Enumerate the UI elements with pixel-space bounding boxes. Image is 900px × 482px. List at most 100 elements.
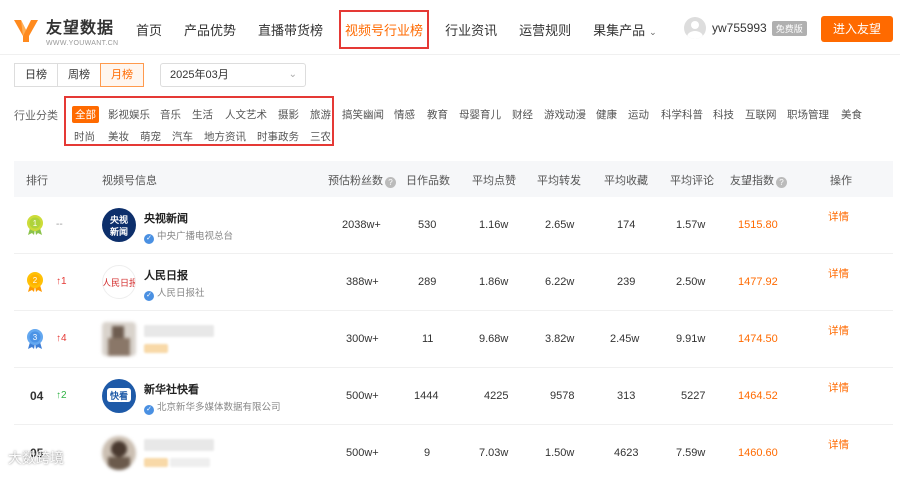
category-item[interactable]: 地方资讯 bbox=[204, 129, 246, 144]
table-row: 05 500w+ 9 7.03w 1.50w 4623 7.59w 1460.6… bbox=[14, 425, 893, 482]
category-item[interactable]: 全部 bbox=[72, 106, 99, 123]
detail-link[interactable]: 详情 bbox=[828, 380, 849, 395]
category-item[interactable]: 科技 bbox=[713, 107, 734, 122]
channel-org: ✓ 北京新华多媒体数据有限公司 bbox=[144, 399, 281, 415]
category-item[interactable]: 美食 bbox=[841, 107, 862, 122]
channel-org-redacted bbox=[170, 458, 210, 467]
col-fans-label: 预估粉丝数 bbox=[328, 175, 383, 187]
main-nav: 首页 产品优势 直播带货榜 视频号行业榜 行业资讯 运营规则 果集产品 ⌄ bbox=[136, 0, 679, 58]
col-daily-works[interactable]: 日作品数 bbox=[406, 172, 450, 188]
svg-text:1: 1 bbox=[33, 219, 38, 228]
verified-icon: ✓ bbox=[144, 405, 154, 415]
detail-link[interactable]: 详情 bbox=[828, 209, 849, 224]
channel-avatar[interactable]: 央视 新闻 bbox=[102, 208, 136, 242]
category-item[interactable]: 旅游 bbox=[310, 107, 331, 122]
svg-text:2: 2 bbox=[33, 276, 38, 285]
category-item[interactable]: 互联网 bbox=[745, 107, 777, 122]
youwant-index-value: 1460.60 bbox=[738, 447, 778, 459]
works-value: 9 bbox=[424, 447, 431, 459]
channel-avatar[interactable]: 人民日报 bbox=[102, 265, 136, 299]
category-item[interactable]: 时尚 bbox=[74, 129, 95, 144]
detail-link[interactable]: 详情 bbox=[828, 266, 849, 281]
category-item[interactable]: 情感 bbox=[394, 107, 415, 122]
nav-product-advantages[interactable]: 产品优势 bbox=[184, 20, 236, 39]
table-row: 04 ↑2 快看 新华社快看 ✓ 北京新华多媒体数据有限公司 500w+ 1444… bbox=[14, 368, 893, 425]
channel-name-redacted bbox=[144, 325, 214, 337]
help-icon[interactable]: ? bbox=[385, 177, 396, 188]
enter-youwant-button[interactable]: 进入友望 bbox=[821, 16, 893, 42]
month-select[interactable]: 2025年03月 ⌄ bbox=[160, 63, 306, 87]
category-item[interactable]: 职场管理 bbox=[787, 107, 829, 122]
category-item[interactable]: 萌宠 bbox=[140, 129, 161, 144]
tab-monthly[interactable]: 月榜 bbox=[100, 63, 144, 87]
category-item[interactable]: 母婴育儿 bbox=[459, 107, 501, 122]
nav-home[interactable]: 首页 bbox=[136, 20, 162, 39]
category-item[interactable]: 美妆 bbox=[108, 129, 129, 144]
category-item[interactable]: 摄影 bbox=[278, 107, 299, 122]
col-youwant-index-label: 友望指数 bbox=[730, 175, 774, 187]
nav-channels-industry-ranking[interactable]: 视频号行业榜 bbox=[339, 9, 430, 49]
shares-value: 6.22w bbox=[545, 276, 575, 288]
channel-name[interactable]: 人民日报 bbox=[144, 267, 188, 283]
detail-link[interactable]: 详情 bbox=[828, 323, 849, 338]
col-fans[interactable]: 预估粉丝数? bbox=[328, 172, 396, 188]
rank-trend: -- bbox=[56, 219, 63, 230]
col-avg-comments[interactable]: 平均评论 bbox=[670, 172, 714, 188]
likes-value: 9.68w bbox=[479, 333, 509, 345]
nav-guoji-products[interactable]: 果集产品 ⌄ bbox=[593, 20, 657, 39]
tab-weekly[interactable]: 周榜 bbox=[57, 63, 101, 87]
shares-value: 1.50w bbox=[545, 447, 575, 459]
tab-daily[interactable]: 日榜 bbox=[14, 63, 58, 87]
category-item[interactable]: 游戏动漫 bbox=[544, 107, 586, 122]
table-row: 1 -- 央视 新闻 央视新闻 ✓ 中央广播电视总台 2038w+ 530 1.16… bbox=[14, 197, 893, 254]
detail-link[interactable]: 详情 bbox=[828, 437, 849, 452]
category-item[interactable]: 三农 bbox=[310, 129, 331, 144]
favorites-value: 174 bbox=[617, 219, 636, 231]
category-item[interactable]: 生活 bbox=[192, 107, 213, 122]
category-item[interactable]: 财经 bbox=[512, 107, 533, 122]
category-item[interactable]: 运动 bbox=[628, 107, 649, 122]
col-avg-shares[interactable]: 平均转发 bbox=[537, 172, 581, 188]
category-item[interactable]: 教育 bbox=[427, 107, 448, 122]
category-item[interactable]: 时事政务 bbox=[257, 129, 299, 144]
table-row: 3 ↑4 300w+ 11 9.68w 3.82w 2.45w 9.91w 14… bbox=[14, 311, 893, 368]
col-youwant-index[interactable]: 友望指数? bbox=[730, 172, 787, 188]
logo[interactable]: 友望数据 WWW.YOUWANT.CN bbox=[12, 14, 118, 47]
nav-industry-news[interactable]: 行业资讯 bbox=[445, 20, 497, 39]
channel-name[interactable]: 新华社快看 bbox=[144, 381, 199, 397]
youwant-index-value: 1474.50 bbox=[738, 333, 778, 345]
col-avg-favorites[interactable]: 平均收藏 bbox=[604, 172, 648, 188]
works-value: 289 bbox=[418, 276, 437, 288]
help-icon[interactable]: ? bbox=[776, 177, 787, 188]
col-channel-info: 视频号信息 bbox=[102, 175, 157, 187]
username: yw755993 bbox=[712, 21, 767, 35]
category-item[interactable]: 影视娱乐 bbox=[108, 107, 150, 122]
category-item[interactable]: 健康 bbox=[596, 107, 617, 122]
comments-value: 1.57w bbox=[676, 219, 706, 231]
channel-org: ✓ 人民日报社 bbox=[144, 285, 205, 301]
fans-value: 300w+ bbox=[346, 333, 379, 345]
bronze-medal-icon: 3 bbox=[27, 329, 43, 349]
category-item[interactable]: 汽车 bbox=[172, 129, 193, 144]
avatar[interactable] bbox=[684, 17, 706, 39]
category-item[interactable]: 搞笑幽闻 bbox=[342, 107, 384, 122]
col-avg-likes[interactable]: 平均点赞 bbox=[472, 172, 516, 188]
category-item[interactable]: 音乐 bbox=[160, 107, 181, 122]
user-menu[interactable]: yw755993 免费版 bbox=[684, 17, 807, 39]
channel-avatar[interactable] bbox=[102, 436, 136, 470]
col-actions: 操作 bbox=[830, 175, 852, 187]
chevron-down-icon: ⌄ bbox=[288, 69, 297, 80]
channel-avatar[interactable]: 快看 bbox=[102, 379, 136, 413]
header-divider bbox=[0, 54, 900, 55]
nav-live-sales-ranking[interactable]: 直播带货榜 bbox=[258, 20, 323, 39]
youwant-index-value: 1477.92 bbox=[738, 276, 778, 288]
category-item[interactable]: 人文艺术 bbox=[225, 107, 267, 122]
works-value: 530 bbox=[418, 219, 437, 231]
likes-value: 1.16w bbox=[479, 219, 509, 231]
channel-avatar[interactable] bbox=[102, 322, 136, 356]
nav-operation-rules[interactable]: 运营规则 bbox=[519, 20, 571, 39]
category-item[interactable]: 科学科普 bbox=[661, 107, 703, 122]
channel-name[interactable]: 央视新闻 bbox=[144, 210, 188, 226]
verified-icon: ✓ bbox=[144, 234, 154, 244]
channel-org-label: 北京新华多媒体数据有限公司 bbox=[157, 402, 281, 413]
